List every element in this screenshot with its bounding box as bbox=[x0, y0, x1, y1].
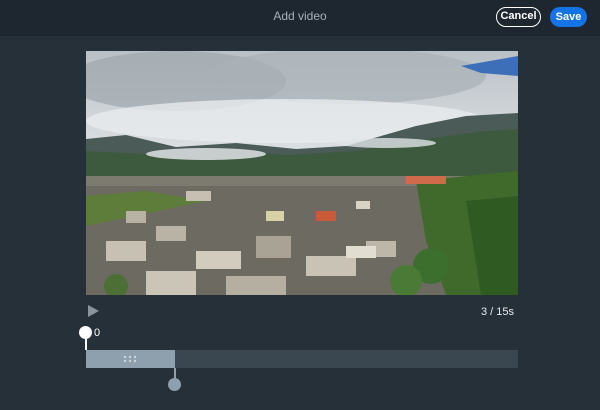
save-button[interactable]: Save bbox=[550, 7, 587, 27]
video-frame-landscape bbox=[86, 51, 518, 295]
play-button[interactable] bbox=[86, 304, 100, 318]
trim-selection[interactable] bbox=[86, 350, 175, 368]
play-icon bbox=[88, 305, 99, 317]
add-video-dialog: Add video Cancel Save 3 / 15s 0 bbox=[0, 0, 600, 410]
time-display: 3 / 15s bbox=[480, 306, 514, 318]
trim-start-label: 0 bbox=[94, 327, 101, 339]
video-preview[interactable] bbox=[86, 51, 518, 295]
drag-handle-icon bbox=[123, 355, 137, 363]
cancel-button[interactable]: Cancel bbox=[496, 7, 541, 27]
dialog-header: Add video Cancel Save bbox=[0, 0, 600, 36]
trim-start-line bbox=[85, 338, 87, 350]
trim-end-handle[interactable] bbox=[168, 378, 181, 391]
trim-timeline[interactable] bbox=[86, 350, 518, 368]
